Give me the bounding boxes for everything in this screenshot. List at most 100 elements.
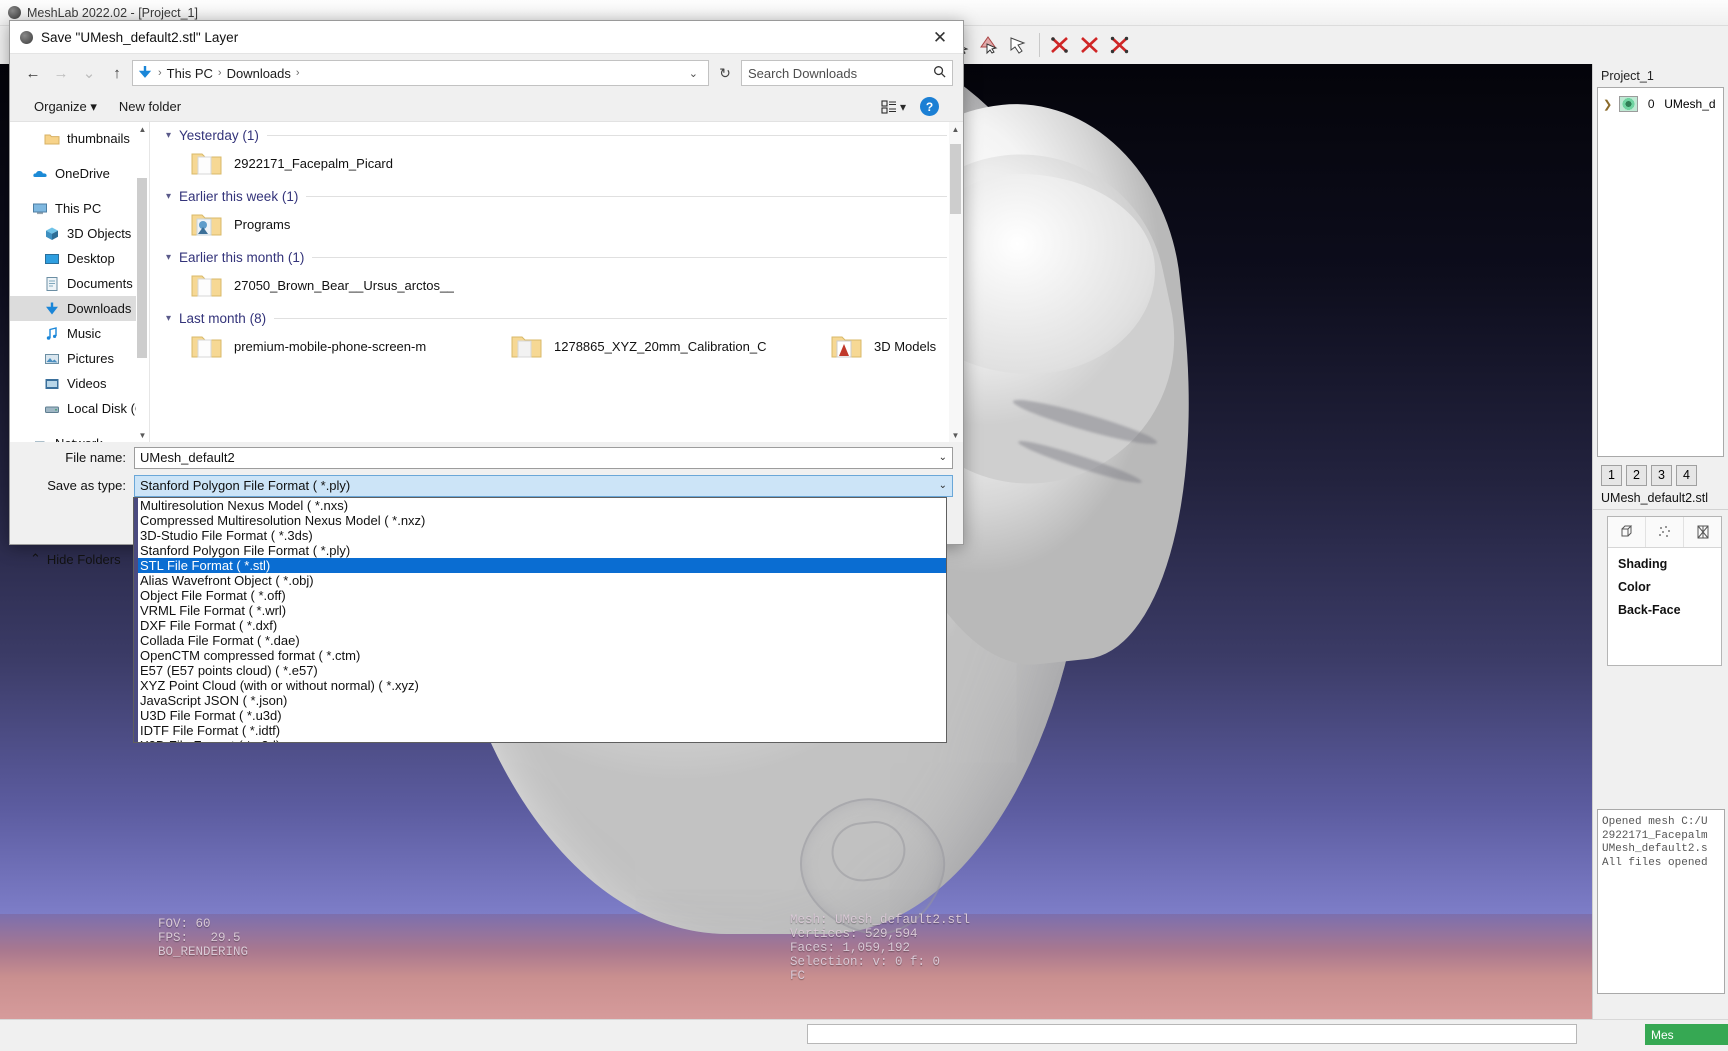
search-icon[interactable] — [933, 65, 946, 81]
delete-selected-vertices-icon[interactable] — [1105, 30, 1135, 60]
file-group-header[interactable]: ▾ Earlier this week (1) — [150, 183, 963, 206]
scroll-down-icon[interactable]: ▼ — [949, 428, 962, 442]
sidebar-item-documents[interactable]: Documents — [10, 271, 149, 296]
scrollbar-thumb[interactable] — [950, 144, 961, 214]
breadcrumb-item-this-pc[interactable]: This PC — [167, 66, 213, 81]
format-option[interactable]: 3D-Studio File Format ( *.3ds) — [134, 528, 946, 543]
hide-folders-button[interactable]: ⌃ Hide Folders — [30, 551, 121, 567]
project-tab[interactable]: Project_1 — [1593, 64, 1728, 87]
tab-4[interactable]: 4 — [1676, 465, 1697, 486]
render-row-shading[interactable]: Shading — [1608, 548, 1721, 571]
save-as-type-combobox[interactable]: Stanford Polygon File Format ( *.ply) ⌄ — [134, 474, 953, 497]
sidebar-item-network[interactable]: Network — [10, 431, 149, 442]
format-option[interactable]: E57 (E57 points cloud) ( *.e57) — [134, 663, 946, 678]
sidebar-item-pictures[interactable]: Pictures — [10, 346, 149, 371]
file-list-scrollbar[interactable]: ▲ ▼ — [949, 122, 963, 442]
format-option[interactable]: Multiresolution Nexus Model ( *.nxs) — [134, 498, 946, 513]
chevron-down-icon[interactable]: ⌄ — [939, 452, 947, 463]
expand-chevron-icon[interactable]: ❯ — [1603, 98, 1612, 111]
format-option[interactable]: IDTF File Format ( *.idtf) — [134, 723, 946, 738]
box-wireframe-icon[interactable] — [1608, 517, 1646, 547]
sidebar-item-3d-objects[interactable]: 3D Objects — [10, 221, 149, 246]
file-group-header[interactable]: ▾ Earlier this month (1) — [150, 244, 963, 267]
format-option[interactable]: Object File Format ( *.off) — [134, 588, 946, 603]
scroll-up-icon[interactable]: ▲ — [949, 122, 962, 136]
list-item[interactable]: 27050_Brown_Bear__Ursus_arctos__ — [190, 271, 500, 299]
format-option[interactable]: JavaScript JSON ( *.json) — [134, 693, 946, 708]
format-option[interactable]: Collada File Format ( *.dae) — [134, 633, 946, 648]
file-row[interactable]: Programs — [150, 206, 963, 244]
format-option[interactable]: OpenCTM compressed format ( *.ctm) — [134, 648, 946, 663]
format-option-selected[interactable]: STL File Format ( *.stl) — [134, 558, 946, 573]
file-row[interactable]: 27050_Brown_Bear__Ursus_arctos__ — [150, 267, 963, 305]
file-group-header[interactable]: ▾ Last month (8) — [150, 305, 963, 328]
chevron-down-icon[interactable]: ⌄ — [689, 67, 704, 80]
chevron-down-icon[interactable]: ▾ — [166, 313, 171, 324]
sidebar-item-local-disk[interactable]: Local Disk (C:) — [10, 396, 149, 421]
chevron-down-icon[interactable]: ▾ — [166, 130, 171, 141]
chevron-down-icon[interactable]: ▾ — [166, 252, 171, 263]
file-list[interactable]: ▾ Yesterday (1) 2922171_Facepalm_Picard … — [150, 122, 963, 442]
format-option[interactable]: Alias Wavefront Object ( *.obj) — [134, 573, 946, 588]
organize-button[interactable]: Organize ▾ — [34, 99, 97, 115]
view-layout-button[interactable]: ▾ — [881, 100, 906, 114]
format-option[interactable]: XYZ Point Cloud (with or without normal)… — [134, 678, 946, 693]
back-icon[interactable]: ← — [20, 60, 46, 86]
sidebar-item-downloads[interactable]: Downloads — [10, 296, 149, 321]
breadcrumb-item-downloads[interactable]: Downloads — [227, 66, 291, 81]
recent-locations-icon[interactable]: ⌄ — [76, 60, 102, 86]
select-vertices-icon[interactable] — [974, 30, 1004, 60]
sidebar-item-videos[interactable]: Videos — [10, 371, 149, 396]
format-option[interactable]: VRML File Format ( *.wrl) — [134, 603, 946, 618]
breadcrumb[interactable]: › This PC › Downloads › ⌄ — [132, 60, 709, 86]
sidebar-item-this-pc[interactable]: This PC — [10, 196, 149, 221]
folder-icon — [510, 332, 544, 360]
list-item[interactable]: 2922171_Facepalm_Picard — [190, 149, 500, 177]
format-option[interactable]: Compressed Multiresolution Nexus Model (… — [134, 513, 946, 528]
format-option[interactable]: U3D File Format ( *.u3d) — [134, 708, 946, 723]
new-folder-button[interactable]: New folder — [119, 99, 181, 114]
navigation-sidebar[interactable]: thumbnails OneDrive This PC 3D Objects D… — [10, 122, 150, 442]
sidebar-item-onedrive[interactable]: OneDrive — [10, 161, 149, 186]
tab-1[interactable]: 1 — [1601, 465, 1622, 486]
delete-selected-faces-icon[interactable] — [1075, 30, 1105, 60]
list-item[interactable]: 1278865_XYZ_20mm_Calibration_C — [510, 332, 820, 360]
scroll-down-icon[interactable]: ▼ — [136, 428, 149, 442]
point-cloud-icon[interactable] — [1646, 517, 1684, 547]
mesh-icon[interactable] — [1684, 517, 1721, 547]
sidebar-item-desktop[interactable]: Desktop — [10, 246, 149, 271]
select-pointer-icon[interactable] — [1004, 30, 1034, 60]
list-item[interactable]: Programs — [190, 210, 500, 238]
clear-selection-icon[interactable] — [1045, 30, 1075, 60]
refresh-icon[interactable]: ↻ — [711, 60, 739, 86]
chevron-down-icon[interactable]: ▾ — [166, 191, 171, 202]
save-as-type-dropdown-list[interactable]: Multiresolution Nexus Model ( *.nxs) Com… — [133, 497, 947, 743]
up-icon[interactable]: ↑ — [104, 60, 130, 86]
format-option[interactable]: Stanford Polygon File Format ( *.ply) — [134, 543, 946, 558]
file-group-header[interactable]: ▾ Yesterday (1) — [150, 122, 963, 145]
scroll-up-icon[interactable]: ▲ — [136, 122, 149, 136]
file-name-input[interactable]: UMesh_default2 ⌄ — [134, 446, 953, 469]
close-icon[interactable]: ✕ — [917, 21, 963, 54]
list-item[interactable]: premium-mobile-phone-screen-m — [190, 332, 500, 360]
format-option[interactable]: DXF File Format ( *.dxf) — [134, 618, 946, 633]
tab-2[interactable]: 2 — [1626, 465, 1647, 486]
format-option[interactable]: X3D File Format ( *.x3d) — [134, 738, 946, 742]
layer-list[interactable]: ❯ 0 UMesh_d — [1597, 87, 1724, 457]
tab-3[interactable]: 3 — [1651, 465, 1672, 486]
sidebar-scrollbar[interactable]: ▲ ▼ — [136, 122, 149, 442]
chevron-down-icon[interactable]: ⌄ — [939, 480, 947, 491]
render-row-backface[interactable]: Back-Face — [1608, 594, 1721, 617]
layer-row[interactable]: ❯ 0 UMesh_d — [1598, 94, 1723, 114]
scrollbar-thumb[interactable] — [137, 178, 147, 358]
forward-icon[interactable]: → — [48, 60, 74, 86]
render-row-color[interactable]: Color — [1608, 571, 1721, 594]
help-icon[interactable]: ? — [920, 97, 939, 116]
list-item[interactable]: 3D Models — [830, 332, 936, 360]
sidebar-item-music[interactable]: Music — [10, 321, 149, 346]
search-input[interactable]: Search Downloads — [741, 60, 953, 86]
layer-visibility-icon[interactable] — [1619, 96, 1639, 112]
file-row[interactable]: premium-mobile-phone-screen-m 1278865_XY… — [150, 328, 963, 366]
sidebar-item-thumbnails[interactable]: thumbnails — [10, 126, 149, 151]
file-row[interactable]: 2922171_Facepalm_Picard — [150, 145, 963, 183]
